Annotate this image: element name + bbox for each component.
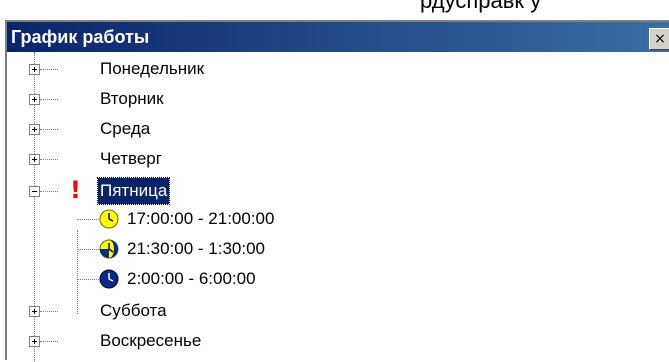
expand-icon[interactable] — [29, 154, 40, 165]
day-label: Суббота — [100, 301, 167, 320]
expand-icon[interactable] — [29, 64, 40, 75]
collapse-icon[interactable] — [29, 186, 40, 197]
tree-item-thursday[interactable]: Четверг — [7, 146, 607, 176]
expand-icon[interactable] — [29, 306, 40, 317]
interval-label: 17:00:00 - 21:00:00 — [127, 209, 275, 228]
tree-connector — [40, 159, 58, 160]
tree-item-saturday[interactable]: Суббота — [7, 298, 607, 328]
tree-item-interval[interactable]: 21:30:00 - 1:30:00 — [7, 236, 607, 266]
expand-icon[interactable] — [29, 336, 40, 347]
tree-connector — [77, 249, 99, 250]
interval-label: 21:30:00 - 1:30:00 — [127, 239, 266, 258]
alert-icon: ! — [70, 176, 81, 204]
interval-label: 2:00:00 - 6:00:00 — [127, 269, 256, 288]
expand-icon[interactable] — [29, 124, 40, 135]
day-label: Понедельник — [100, 59, 205, 78]
tree-item-interval[interactable]: 17:00:00 - 21:00:00 — [7, 206, 607, 236]
tree-connector — [40, 99, 58, 100]
tree-item-sunday[interactable]: Воскресенье — [7, 328, 607, 362]
background-window-fragment: рдусправк у — [0, 0, 669, 20]
tree-connector — [40, 129, 58, 130]
close-icon: × — [654, 31, 666, 47]
schedule-window: График работы × Понедельник Вторник Сред… — [5, 20, 669, 362]
day-label-selected[interactable]: Пятница — [96, 177, 171, 205]
tree-connector — [40, 311, 58, 312]
tree-connector — [40, 191, 58, 192]
title-bar[interactable]: График работы × — [7, 22, 669, 52]
expand-icon[interactable] — [29, 94, 40, 105]
tree-item-wednesday[interactable]: Среда — [7, 116, 607, 146]
tree-connector — [40, 69, 58, 70]
clock-evening-icon — [99, 239, 119, 259]
clock-night-icon — [99, 269, 119, 289]
day-label: Воскресенье — [100, 331, 202, 350]
close-button[interactable]: × — [649, 28, 669, 50]
tree-item-monday[interactable]: Понедельник — [7, 56, 607, 86]
clock-day-icon — [99, 209, 119, 229]
tree-connector — [77, 219, 99, 220]
tree-connector — [40, 341, 58, 342]
window-title: График работы — [11, 27, 150, 47]
day-label: Среда — [100, 119, 151, 138]
tree-item-tuesday[interactable]: Вторник — [7, 86, 607, 116]
day-label: Четверг — [100, 149, 162, 168]
tree-item-interval[interactable]: 2:00:00 - 6:00:00 — [7, 266, 607, 296]
tree-item-friday[interactable]: ! Пятница — [7, 176, 607, 206]
day-label: Вторник — [100, 89, 164, 108]
background-text: рдусправк у — [420, 0, 542, 13]
tree-connector — [77, 279, 99, 280]
schedule-tree: Понедельник Вторник Среда Четверг ! Пятн… — [7, 52, 669, 362]
